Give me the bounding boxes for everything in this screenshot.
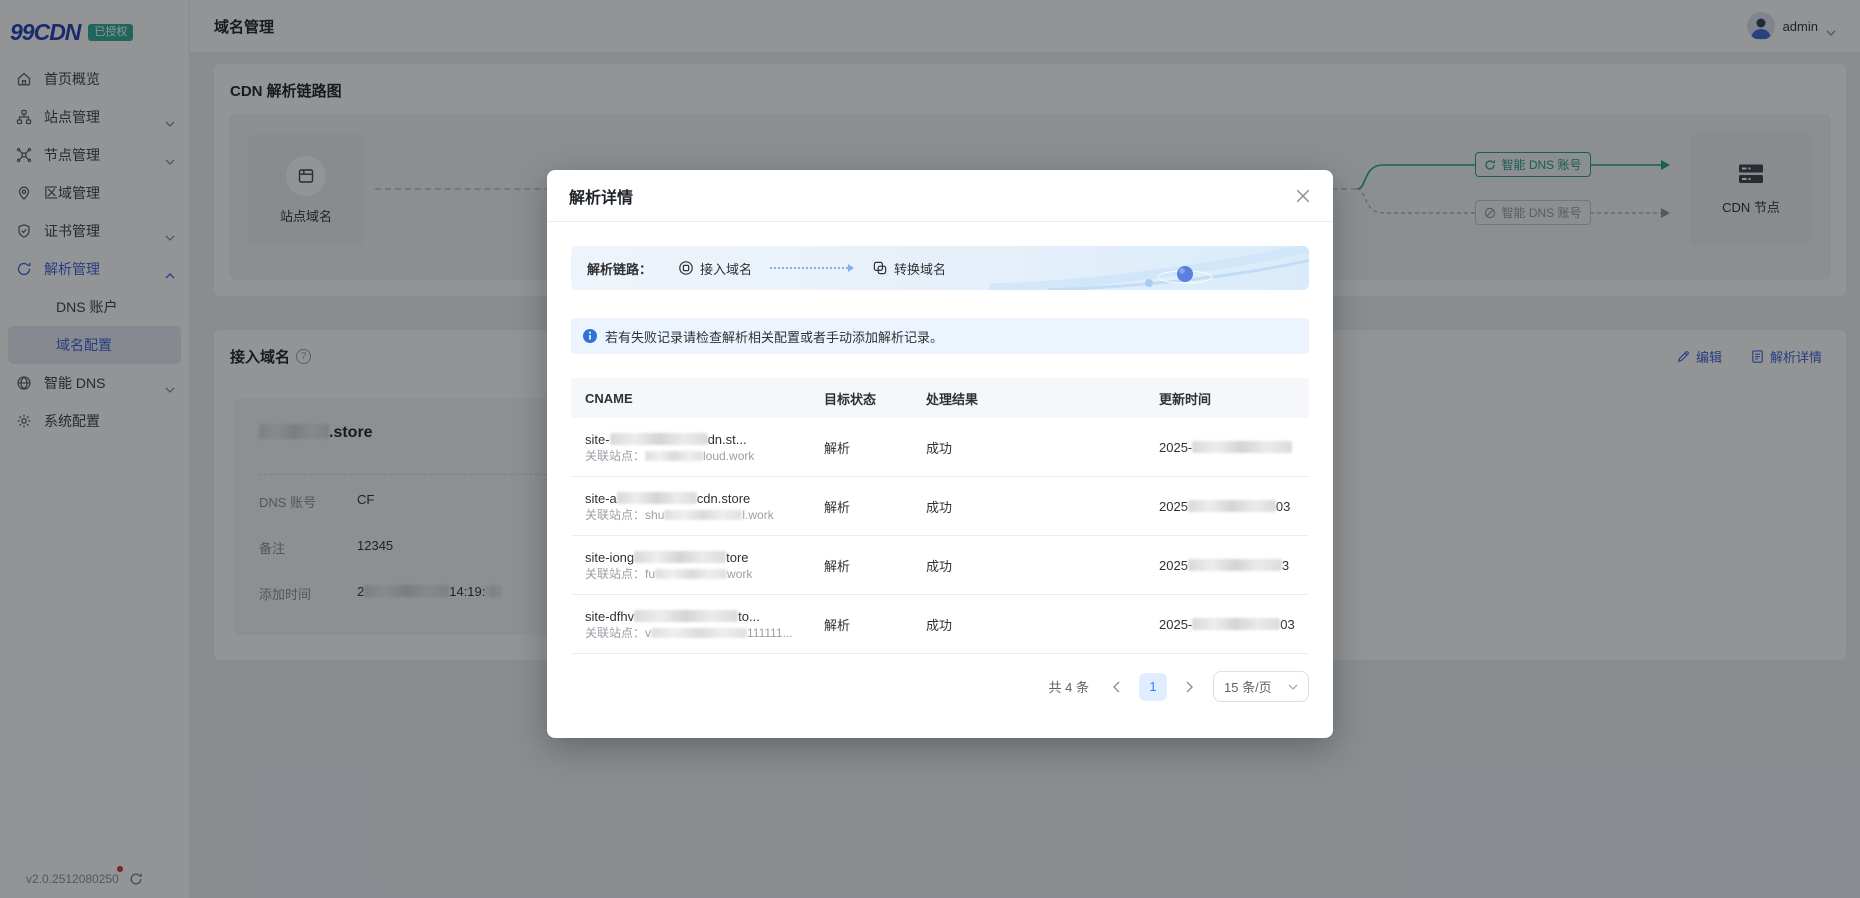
table-row[interactable]: site-dfhvto... 关联站点：v111111... 解析 成功 202…	[571, 595, 1309, 654]
time-cell: 2025-	[1145, 440, 1309, 455]
cname-cell: site-dn.st... 关联站点：loud.work	[571, 431, 810, 464]
pagination: 共 4 条 1 15 条/页	[571, 671, 1309, 702]
resolution-table: CNAME 目标状态 处理结果 更新时间 site-dn.st... 关联站点：…	[571, 378, 1309, 654]
table-row[interactable]: site-iongtore 关联站点：fuwork 解析 成功 20253	[571, 536, 1309, 595]
prev-page-button[interactable]	[1103, 674, 1129, 700]
resolution-chain-banner: 解析链路： 接入域名 转换域名	[571, 246, 1309, 290]
resolution-detail-modal: 解析详情 解析链路： 接入域名 转换域名	[547, 170, 1333, 738]
result-cell: 成功	[912, 556, 1145, 575]
status-cell: 解析	[810, 615, 912, 634]
page-size-select[interactable]: 15 条/页	[1213, 671, 1309, 702]
time-cell: 202503	[1145, 499, 1309, 514]
redacted-text	[617, 492, 697, 504]
info-icon	[583, 329, 597, 343]
modal-body: 解析链路： 接入域名 转换域名 若有失败记录请检查解析相关配置或者手动添加解析	[547, 222, 1333, 702]
redacted-text	[634, 610, 738, 622]
close-icon[interactable]	[1295, 188, 1311, 204]
table-row[interactable]: site-dn.st... 关联站点：loud.work 解析 成功 2025-	[571, 418, 1309, 477]
chevron-down-icon	[1288, 684, 1298, 690]
redacted-text	[1192, 618, 1280, 630]
col-header-status: 目标状态	[810, 389, 912, 408]
modal-title: 解析详情	[569, 184, 633, 208]
time-cell: 2025-03	[1145, 617, 1309, 632]
redacted-text	[655, 569, 727, 579]
result-cell: 成功	[912, 438, 1145, 457]
domain-in-icon	[678, 260, 694, 276]
col-header-cname: CNAME	[571, 391, 810, 406]
access-domain-item: 接入域名	[678, 259, 752, 278]
cname-cell: site-dfhvto... 关联站点：v111111...	[571, 608, 810, 641]
dotted-arrow	[770, 264, 854, 272]
redacted-text	[645, 451, 703, 461]
page-number-button[interactable]: 1	[1139, 673, 1167, 701]
chain-label: 解析链路：	[587, 259, 652, 278]
table-row[interactable]: site-acdn.store 关联站点：shul.work 解析 成功 202…	[571, 477, 1309, 536]
cname-cell: site-iongtore 关联站点：fuwork	[571, 549, 810, 582]
redacted-text	[634, 551, 726, 563]
time-cell: 20253	[1145, 558, 1309, 573]
status-cell: 解析	[810, 556, 912, 575]
col-header-result: 处理结果	[912, 389, 1145, 408]
redacted-text	[1192, 441, 1292, 453]
redacted-text	[1188, 500, 1276, 512]
redacted-text	[1188, 559, 1282, 571]
redacted-text	[610, 433, 708, 445]
status-cell: 解析	[810, 497, 912, 516]
next-page-button[interactable]	[1177, 674, 1203, 700]
banner-decoration	[989, 246, 1309, 290]
result-cell: 成功	[912, 615, 1145, 634]
info-alert: 若有失败记录请检查解析相关配置或者手动添加解析记录。	[571, 318, 1309, 354]
table-header: CNAME 目标状态 处理结果 更新时间	[571, 378, 1309, 418]
result-cell: 成功	[912, 497, 1145, 516]
status-cell: 解析	[810, 438, 912, 457]
cname-cell: site-acdn.store 关联站点：shul.work	[571, 490, 810, 523]
domain-transform-icon	[872, 260, 888, 276]
transform-domain-item: 转换域名	[872, 259, 946, 278]
modal-header: 解析详情	[547, 170, 1333, 222]
redacted-text	[651, 628, 747, 638]
alert-text: 若有失败记录请检查解析相关配置或者手动添加解析记录。	[605, 327, 943, 346]
col-header-time: 更新时间	[1145, 389, 1309, 408]
pagination-total: 共 4 条	[1049, 677, 1089, 696]
redacted-text	[664, 510, 742, 520]
